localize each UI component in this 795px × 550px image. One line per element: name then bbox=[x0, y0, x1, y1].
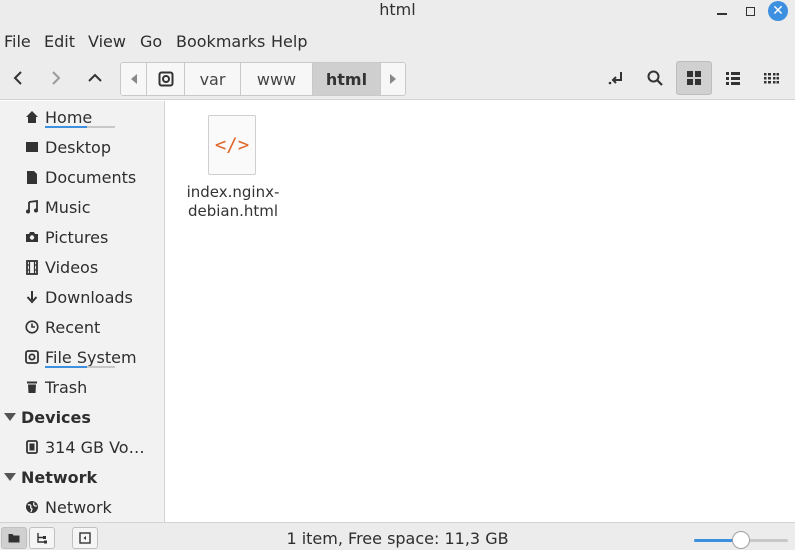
menu-edit[interactable]: Edit bbox=[44, 32, 75, 52]
sidebar-item-label: Music bbox=[45, 197, 91, 217]
grid-icon bbox=[687, 71, 701, 85]
window-title: html bbox=[379, 0, 416, 19]
sidebar-item-label: Home bbox=[45, 107, 93, 127]
file-system-usage-bar bbox=[45, 366, 115, 368]
file-name-line: index.nginx- bbox=[186, 183, 280, 201]
sidebar-item-label: 314 GB Vo… bbox=[45, 437, 145, 457]
section-label: Devices bbox=[21, 407, 91, 427]
html-file-icon: </> bbox=[208, 115, 256, 175]
path-segment-html[interactable]: html bbox=[313, 63, 381, 95]
music-icon bbox=[24, 199, 40, 215]
triangle-right-icon bbox=[390, 74, 396, 84]
trash-icon bbox=[24, 379, 40, 395]
menu-bookmarks[interactable]: Bookmarks bbox=[176, 32, 265, 52]
documents-icon bbox=[24, 169, 40, 185]
menu-view[interactable]: View bbox=[88, 32, 126, 52]
minimize-icon bbox=[717, 13, 727, 15]
search-button[interactable] bbox=[640, 63, 670, 93]
path-segment-var[interactable]: var bbox=[185, 63, 241, 95]
sidebar-item-music[interactable]: Music bbox=[0, 192, 164, 222]
zoom-slider-handle[interactable] bbox=[732, 531, 750, 549]
sidebar-section-devices[interactable]: Devices bbox=[0, 402, 164, 432]
section-label: Network bbox=[21, 467, 98, 487]
sidebar-item-desktop[interactable]: Desktop bbox=[0, 132, 164, 162]
sidebar: Home Desktop Documents Music Pictures Vi… bbox=[0, 101, 165, 522]
menu-bar: File Edit View Go Bookmarks Help bbox=[0, 24, 795, 58]
status-bar: 1 item, Free space: 11,3 GB bbox=[0, 522, 795, 550]
expander-down-icon bbox=[4, 473, 16, 481]
file-view[interactable]: </> index.nginx- debian.html bbox=[166, 101, 795, 522]
chevron-left-icon bbox=[13, 71, 22, 85]
chevron-right-icon bbox=[52, 71, 61, 85]
status-text: 1 item, Free space: 11,3 GB bbox=[286, 529, 509, 548]
globe-icon bbox=[24, 499, 40, 515]
path-scroll-right-button[interactable] bbox=[381, 63, 405, 95]
enter-location-icon bbox=[608, 72, 622, 85]
home-icon bbox=[24, 109, 40, 125]
sidebar-item-label: Documents bbox=[45, 167, 137, 187]
drive-icon bbox=[24, 349, 40, 365]
minimize-button[interactable] bbox=[711, 2, 733, 20]
back-button[interactable] bbox=[3, 63, 33, 93]
sidebar-item-pictures[interactable]: Pictures bbox=[0, 222, 164, 252]
sidebar-item-recent[interactable]: Recent bbox=[0, 312, 164, 342]
list-view-button[interactable] bbox=[718, 63, 748, 93]
desktop-icon bbox=[24, 139, 40, 155]
sidebar-item-videos[interactable]: Videos bbox=[0, 252, 164, 282]
sidebar-item-volume[interactable]: 314 GB Vo… bbox=[0, 432, 164, 462]
compact-list-icon bbox=[764, 73, 779, 84]
title-bar: html ✕ bbox=[0, 0, 795, 24]
sidebar-item-label: Recent bbox=[45, 317, 101, 337]
forward-button[interactable] bbox=[41, 63, 71, 93]
sidebar-item-trash[interactable]: Trash bbox=[0, 372, 164, 402]
list-icon bbox=[726, 72, 740, 85]
file-name-line: debian.html bbox=[187, 202, 279, 220]
menu-file[interactable]: File bbox=[4, 32, 31, 52]
sidebar-item-documents[interactable]: Documents bbox=[0, 162, 164, 192]
html-glyph: </> bbox=[214, 134, 250, 156]
sidebar-item-network[interactable]: Network bbox=[0, 492, 164, 522]
maximize-icon bbox=[745, 6, 755, 16]
maximize-button[interactable] bbox=[739, 2, 761, 20]
disk-icon bbox=[24, 439, 40, 455]
path-segment-www[interactable]: www bbox=[241, 63, 313, 95]
up-button[interactable] bbox=[80, 63, 110, 93]
sidebar-item-downloads[interactable]: Downloads bbox=[0, 282, 164, 312]
path-root-button[interactable] bbox=[147, 63, 185, 95]
compact-view-button[interactable] bbox=[756, 63, 786, 93]
triangle-left-icon bbox=[130, 74, 137, 84]
download-arrow-icon bbox=[24, 289, 40, 305]
drive-icon bbox=[158, 71, 173, 87]
path-scroll-left-button[interactable] bbox=[121, 63, 147, 95]
expander-down-icon bbox=[4, 413, 16, 421]
sidebar-section-network[interactable]: Network bbox=[0, 462, 164, 492]
sidebar-item-label: Network bbox=[45, 497, 112, 517]
camera-icon bbox=[24, 229, 40, 245]
file-name: index.nginx- debian.html bbox=[186, 183, 280, 221]
menu-help[interactable]: Help bbox=[271, 32, 307, 52]
film-icon bbox=[24, 259, 40, 275]
location-toggle-button[interactable] bbox=[602, 63, 632, 93]
clock-icon bbox=[24, 319, 40, 335]
home-usage-bar bbox=[45, 126, 115, 128]
sidebar-item-label: File System bbox=[45, 347, 137, 367]
close-button[interactable]: ✕ bbox=[767, 0, 789, 22]
menu-go[interactable]: Go bbox=[140, 32, 162, 52]
sidebar-item-label: Trash bbox=[45, 377, 88, 397]
sidebar-item-label: Downloads bbox=[45, 287, 133, 307]
path-bar: var www html bbox=[120, 62, 406, 96]
close-icon: ✕ bbox=[768, 1, 788, 21]
sidebar-item-label: Desktop bbox=[45, 137, 111, 157]
search-icon bbox=[647, 70, 663, 86]
sidebar-item-label: Pictures bbox=[45, 227, 109, 247]
chevron-up-icon bbox=[88, 73, 102, 82]
icon-view-glyph bbox=[679, 63, 709, 93]
file-item[interactable]: </> index.nginx- debian.html bbox=[186, 115, 280, 225]
sidebar-item-label: Videos bbox=[45, 257, 99, 277]
